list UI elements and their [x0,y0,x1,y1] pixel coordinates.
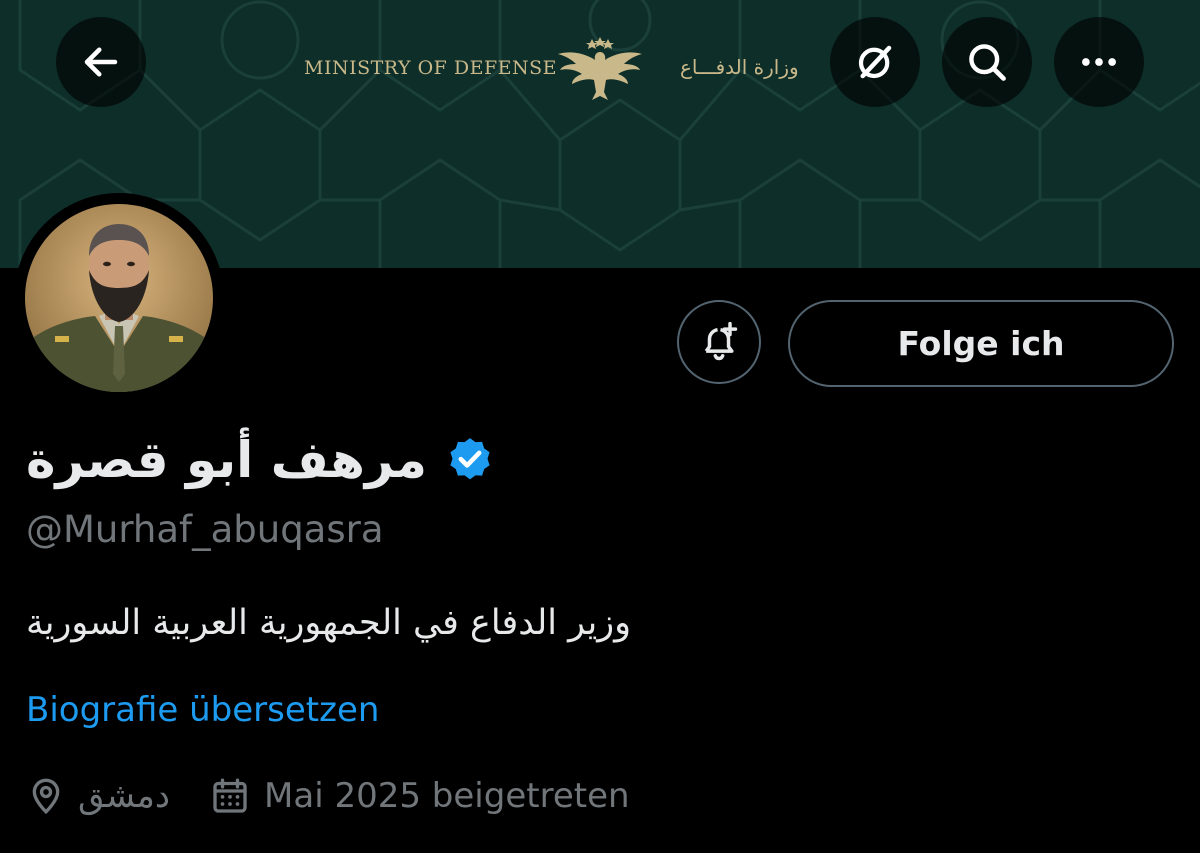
following-button[interactable]: Folge ich [788,300,1174,387]
banner-title-ar: وزارة الدفـــاع [680,55,799,79]
calendar-icon [213,778,247,813]
grok-icon [858,45,892,79]
grok-button[interactable] [830,17,920,107]
profile-page: MINISTRY OF DEFENSE وزارة الدفـــاع Folg… [0,0,1200,853]
bio-text: وزير الدفاع في الجمهورية العربية السورية [26,603,632,643]
back-button[interactable] [56,17,146,107]
location-pin-icon [32,778,60,815]
more-button[interactable] [1054,17,1144,107]
banner-title-en: MINISTRY OF DEFENSE [304,57,558,79]
joined-date: Mai 2025 beigetreten [264,776,630,816]
translate-bio-link[interactable]: Biografie übersetzen [26,690,379,730]
verified-badge-icon[interactable] [445,435,495,485]
avatar-image [25,204,213,392]
bio: وزير الدفاع في الجمهورية العربية السورية [26,603,726,643]
search-button[interactable] [942,17,1032,107]
notify-button[interactable] [677,300,761,384]
avatar[interactable] [25,204,213,392]
name-row: مرهف أبو قصرة [26,420,495,500]
user-handle: @Murhaf_abuqasra [26,508,384,551]
display-name: مرهف أبو قصرة [26,431,427,489]
location-text: دمشق [78,776,171,816]
eagle-emblem-icon [558,37,642,100]
arrow-left-icon [84,47,118,77]
profile-meta: دمشق Mai 2025 beigetreten [26,770,630,822]
search-icon [969,44,1006,81]
more-dots-icon [1082,58,1116,66]
bell-plus-icon [704,321,738,361]
